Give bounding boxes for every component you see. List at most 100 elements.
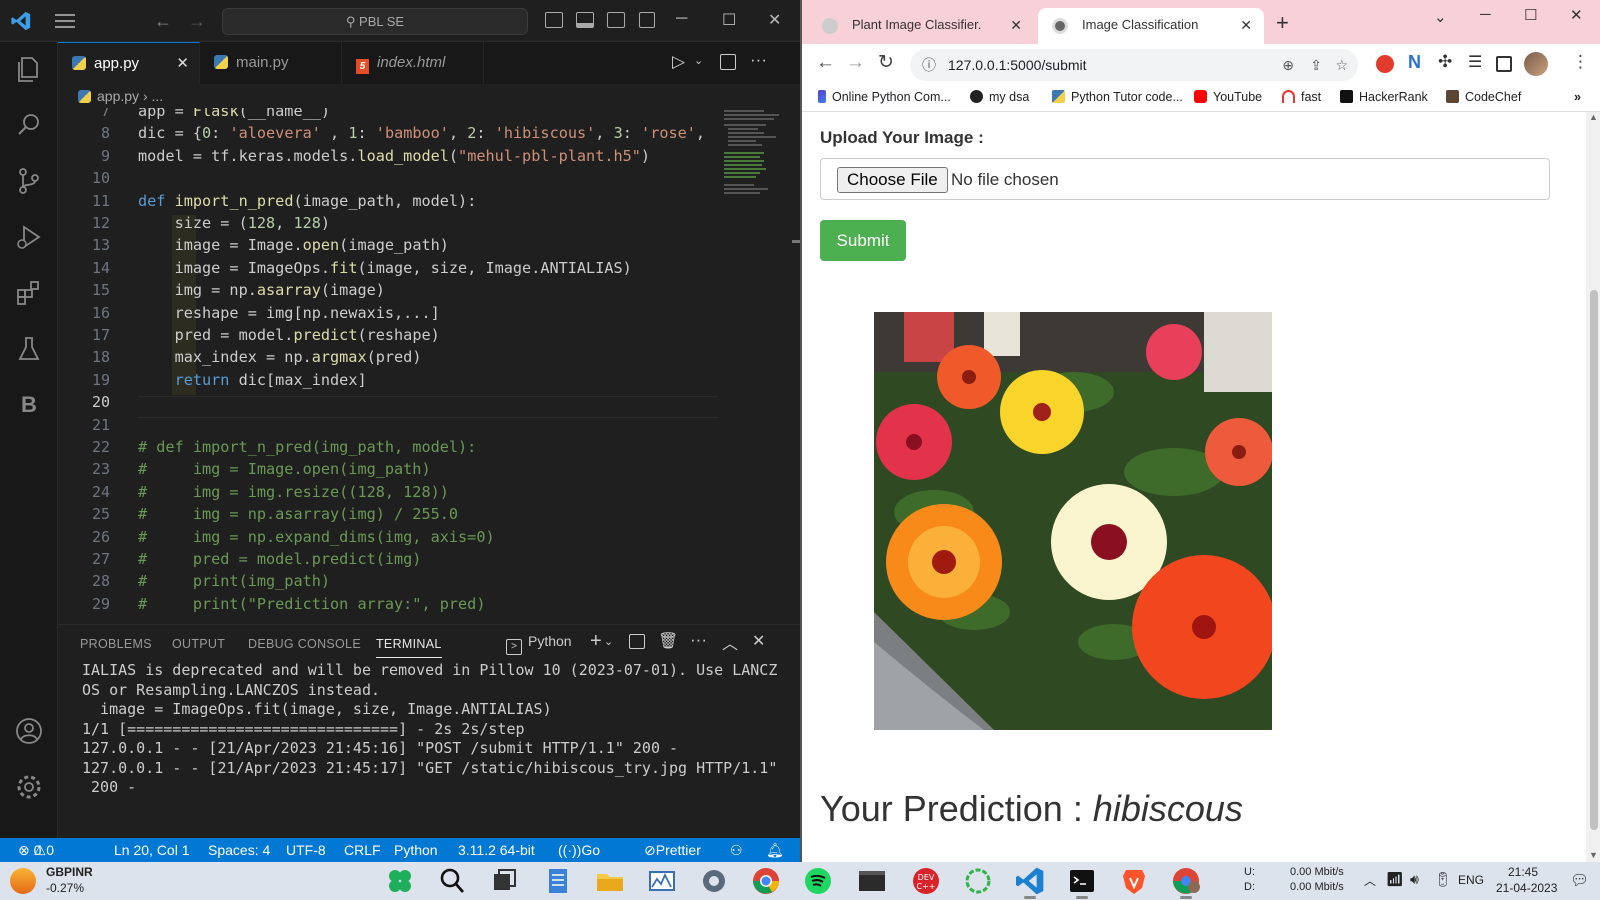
menu-icon[interactable] [54, 12, 76, 30]
stock-widget-icon[interactable] [10, 868, 36, 894]
code-line[interactable]: app = Flask(__name__) [138, 108, 330, 120]
tab-output[interactable]: OUTPUT [172, 637, 225, 651]
code-line[interactable]: pred = model.predict(reshape) [138, 326, 440, 344]
language-indicator[interactable]: ENG [1458, 873, 1484, 887]
zoom-icon[interactable]: ⊕ [1282, 49, 1294, 81]
settings-gear-icon[interactable] [14, 772, 44, 802]
back-arrow-icon[interactable]: ← [816, 52, 835, 74]
minimize-icon[interactable]: ─ [676, 10, 687, 28]
reload-icon[interactable]: ↻ [878, 51, 894, 74]
code-line[interactable]: size = (128, 128) [138, 214, 331, 232]
bookmark-python-tutor[interactable]: Python Tutor code... [1052, 90, 1183, 104]
explorer-icon[interactable] [14, 54, 44, 84]
code-line[interactable]: # pred = model.predict(img) [138, 550, 421, 568]
run-dropdown-icon[interactable]: ⌄ [694, 54, 703, 67]
extension-n-icon[interactable]: N [1408, 52, 1421, 73]
code-line[interactable]: model = tf.keras.models.load_model("mehu… [138, 147, 650, 165]
command-prompt-icon[interactable] [1066, 865, 1098, 899]
stock-ticker[interactable]: GBPINR [46, 865, 93, 879]
code-line[interactable]: # print("Prediction array:", pred) [138, 595, 485, 613]
code-line[interactable]: image = ImageOps.fit(image, size, Image.… [138, 259, 632, 277]
problems-status[interactable]: ⊗ 0 ⚠ 0 [18, 838, 54, 862]
search-icon[interactable] [436, 865, 468, 897]
close-panel-icon[interactable]: ✕ [752, 631, 765, 651]
choose-file-button[interactable]: Choose File [837, 167, 948, 193]
code-line[interactable]: return dic[max_index] [138, 371, 367, 389]
new-terminal-plus-icon[interactable]: + [590, 630, 602, 653]
code-line[interactable]: dic = {0: 'aloevera' , 1: 'bamboo', 2: '… [138, 124, 705, 142]
minimap[interactable] [718, 108, 800, 624]
python-interpreter[interactable]: 3.11.2 64-bit [458, 838, 535, 862]
code-line[interactable]: # img = np.asarray(img) / 255.0 [138, 505, 458, 523]
chrome-profile-icon[interactable] [1170, 865, 1202, 899]
new-tab-plus-icon[interactable]: + [1276, 10, 1289, 36]
notepad-app-icon[interactable] [542, 865, 574, 897]
forward-arrow-icon[interactable]: → [846, 52, 865, 74]
breadcrumb-file[interactable]: app.py [97, 88, 139, 104]
tab-index-html[interactable]: 5 index.html [342, 42, 484, 84]
terminal-output[interactable]: IALIAS is deprecated and will be removed… [82, 661, 792, 798]
minimize-icon[interactable]: ─ [1480, 6, 1491, 23]
bookmark-hackerrank[interactable]: HackerRank [1340, 90, 1428, 104]
toggle-secondary-sidebar-icon[interactable] [607, 12, 625, 28]
code-line[interactable]: # img = img.resize((128, 128)) [138, 483, 449, 501]
panel-more-icon[interactable]: ··· [690, 630, 707, 650]
vscode-taskbar-icon[interactable] [1014, 865, 1046, 899]
spotify-icon[interactable] [802, 865, 834, 897]
live-share-icon[interactable]: ⚇ [730, 838, 743, 862]
chrome-icon[interactable] [750, 865, 782, 897]
prettier-status[interactable]: ⊘ Prettier [644, 838, 701, 862]
encoding-status[interactable]: UTF-8 [286, 838, 326, 862]
close-tab-icon[interactable]: ✕ [176, 43, 189, 85]
maximize-panel-icon[interactable]: ︿ [722, 630, 738, 654]
minimap-slider[interactable] [792, 240, 800, 243]
split-terminal-icon[interactable] [629, 634, 645, 649]
browser-tab-plant-classifier[interactable]: Plant Image Classifier. ✕ [808, 8, 1034, 44]
more-bookmarks-icon[interactable]: » [1574, 90, 1581, 104]
clock-time[interactable]: 21:45 [1508, 865, 1538, 879]
code-line[interactable]: img = np.asarray(image) [138, 281, 385, 299]
code-line[interactable]: def import_n_pred(image_path, model): [138, 192, 476, 210]
green-ring-app-icon[interactable] [962, 865, 994, 897]
tab-debug-console[interactable]: DEBUG CONSOLE [248, 637, 361, 651]
tab-search-chevron-icon[interactable]: ⌄ [1434, 8, 1447, 26]
bookmark-fast[interactable]: fast [1282, 90, 1321, 104]
extension-red-icon[interactable] [1376, 55, 1394, 73]
close-window-icon[interactable]: ✕ [768, 10, 781, 30]
volume-icon[interactable]: 🔊︎ [1410, 871, 1419, 888]
split-editor-icon[interactable] [720, 54, 736, 70]
cursor-position[interactable]: Ln 20, Col 1 [114, 838, 190, 862]
tab-app-py[interactable]: app.py ✕ [58, 42, 200, 84]
toggle-sidebar-icon[interactable] [545, 12, 563, 28]
go-live-button[interactable]: ((·)) Go Live [558, 838, 607, 882]
code-line[interactable]: max_index = np.argmax(pred) [138, 348, 422, 366]
task-view-icon[interactable] [488, 865, 520, 897]
start-button[interactable] [384, 865, 416, 897]
code-line[interactable]: # img = np.expand_dims(img, axis=0) [138, 528, 495, 546]
notifications-bell-icon[interactable]: 🔔︎ [766, 838, 784, 862]
run-debug-icon[interactable] [14, 222, 44, 252]
code-line[interactable]: # print(img_path) [138, 572, 330, 590]
devcpp-icon[interactable]: DEV C++ [910, 865, 942, 897]
extensions-puzzle-icon[interactable]: ✣ [1438, 52, 1452, 72]
command-center-search[interactable]: ⚲ PBL SE [222, 8, 528, 35]
customize-layout-icon[interactable] [639, 12, 655, 28]
tab-terminal[interactable]: TERMINAL [376, 637, 442, 658]
breadcrumb-rest[interactable]: › ... [143, 88, 163, 104]
page-scrollbar[interactable]: ▲ ▼ [1586, 112, 1600, 862]
tab-main-py[interactable]: main.py [200, 42, 342, 84]
bookmark-codechef[interactable]: CodeChef [1446, 90, 1521, 104]
tab-problems[interactable]: PROBLEMS [80, 637, 152, 651]
show-hidden-icons-chevron[interactable]: ︿ [1364, 872, 1376, 889]
notification-center-icon[interactable]: 💬︎ [1570, 871, 1589, 889]
toggle-panel-icon[interactable] [576, 12, 594, 28]
eol-status[interactable]: CRLF [344, 838, 381, 862]
run-python-file-icon[interactable]: ▷ [672, 52, 685, 72]
more-actions-icon[interactable]: ··· [750, 50, 767, 70]
battery-icon[interactable]: 🔋︎ [1434, 871, 1452, 888]
browser-tab-image-classification[interactable]: Image Classification ✕ [1038, 8, 1264, 44]
site-info-icon[interactable]: ⓘ [922, 49, 936, 81]
scroll-down-icon[interactable]: ▼ [1589, 850, 1598, 860]
close-tab-icon[interactable]: ✕ [1010, 8, 1022, 42]
back-arrow-icon[interactable]: ← [154, 11, 172, 32]
